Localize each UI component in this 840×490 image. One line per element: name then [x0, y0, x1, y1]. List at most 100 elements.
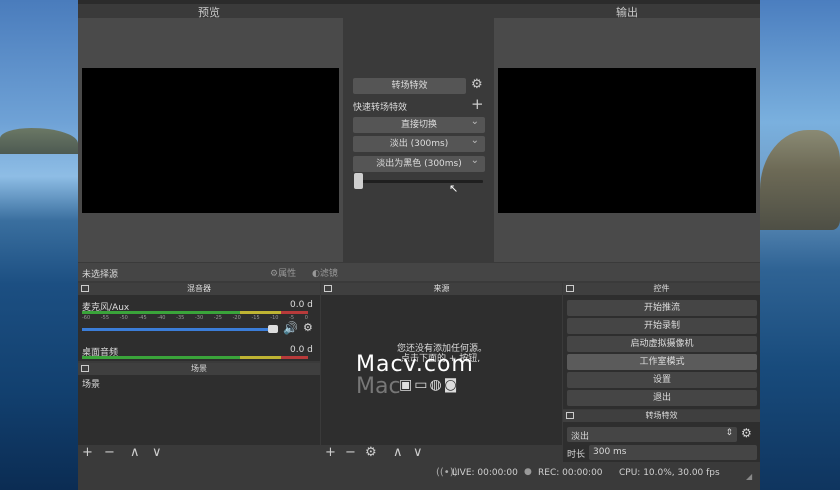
tick: -30 [194, 315, 204, 321]
transition-item-fade-black[interactable]: 淡出为黑色 (300ms) [353, 153, 485, 172]
cursor-icon: ↖ [449, 182, 459, 195]
speaker-icon[interactable]: 🔊 [283, 321, 298, 335]
output-pane[interactable]: 输出 [494, 6, 760, 262]
tick: -10 [270, 315, 279, 321]
undock-icon[interactable] [566, 285, 574, 292]
properties-label: 属性 [278, 269, 297, 279]
rec-indicator-icon: ● [524, 467, 532, 477]
filters-button[interactable]: ◐滤镜 [312, 266, 338, 279]
mixer-title: 混音器 [78, 283, 320, 295]
tick: -45 [138, 315, 147, 321]
gear-icon[interactable]: ⚙ [741, 426, 752, 440]
sources-title: 来源 [321, 283, 562, 295]
gear-icon[interactable]: ⚙ [471, 77, 483, 92]
tick: -20 [232, 315, 241, 321]
tick: -40 [157, 315, 166, 321]
no-source-label: 未选择源 [82, 270, 119, 280]
up-icon[interactable]: ∧ [393, 446, 403, 460]
mixer-channel-level: 0.0 d [290, 300, 313, 310]
controls-title: 控件 [563, 283, 760, 295]
down-icon[interactable]: ∨ [152, 446, 162, 460]
output-screen[interactable] [498, 68, 756, 213]
audio-meter [82, 356, 308, 359]
tick: -35 [176, 315, 185, 321]
start-streaming-button[interactable]: 开始推流 [567, 300, 757, 316]
virtual-camera-button[interactable]: 启动虚拟摄像机 [567, 336, 757, 352]
preview-screen[interactable] [82, 68, 339, 213]
mixer-channel-level: 0.0 d [290, 345, 313, 355]
scenes-toolbar: + − ∧ ∨ [78, 445, 320, 461]
duration-input[interactable]: 300 ms [589, 445, 757, 460]
watermark: Macv.com [356, 352, 474, 377]
mixer-title-text: 混音器 [187, 284, 211, 293]
tick: -15 [251, 315, 260, 321]
meter-ticks: -60 -55 -50 -45 -40 -35 -30 -25 -20 -15 -10 -5 0 [82, 315, 308, 321]
transition-select[interactable]: 淡出 ⇕ [567, 427, 737, 442]
quick-transition-label: 快速转场特效 [353, 103, 408, 113]
down-icon[interactable]: ∨ [413, 446, 423, 460]
preview-label: 预览 [198, 6, 220, 19]
watermark-ghost: Mac [356, 374, 401, 399]
preview-pane[interactable]: 预览 [78, 6, 343, 262]
transition-panel: 转场特效 ⚙ 快速转场特效 + 直接切换 淡出 (300ms) 淡出为黑色 (3… [343, 18, 494, 262]
display-icon: ▭ [414, 377, 430, 393]
up-icon[interactable]: ∧ [130, 446, 140, 460]
desktop-right [760, 0, 840, 490]
tbar-handle[interactable] [354, 173, 363, 189]
updown-icon: ⇕ [725, 428, 733, 438]
properties-button[interactable]: ⚙属性 [270, 266, 296, 279]
desktop-left [0, 0, 78, 490]
exit-button[interactable]: 退出 [567, 390, 757, 406]
settings-button[interactable]: 设置 [567, 372, 757, 388]
sources-title-text: 来源 [433, 284, 450, 293]
filter-icon: ◐ [312, 269, 320, 279]
status-bar: ((•)) LIVE: 00:00:00 ● REC: 00:00:00 CPU… [78, 462, 760, 490]
volume-handle[interactable] [268, 325, 278, 333]
undock-icon[interactable] [566, 412, 574, 419]
source-toolbar: 未选择源 ⚙属性 ◐滤镜 [78, 263, 760, 281]
camera-icon: ◙ [443, 377, 460, 393]
controls-title-text: 控件 [653, 284, 670, 293]
scenes-title-text: 场景 [191, 364, 207, 373]
controls-dock: 控件 开始推流 开始录制 启动虚拟摄像机 工作室模式 设置 退出 [563, 283, 760, 409]
output-label: 输出 [616, 6, 638, 19]
audio-meter [82, 311, 308, 314]
volume-slider[interactable] [82, 328, 278, 331]
undock-icon[interactable] [81, 365, 89, 372]
transitions-dock: 转场特效 淡出 ⇕ ⚙ 时长 300 ms [563, 410, 760, 462]
scene-item[interactable]: 场景 [82, 377, 318, 390]
title-bar [78, 0, 760, 4]
cpu-status: CPU: 10.0%, 30.00 fps [619, 468, 720, 478]
transitions-dock-title: 转场特效 [563, 410, 760, 422]
tick: -50 [119, 315, 128, 321]
scenes-dock: 场景 场景 [78, 363, 320, 445]
tick: -60 [82, 315, 91, 321]
resize-grip-icon[interactable]: ◢ [746, 472, 752, 481]
transition-item-fade[interactable]: 淡出 (300ms) [353, 133, 485, 152]
scenes-title: 场景 [78, 363, 320, 375]
undock-icon[interactable] [324, 285, 332, 292]
obs-window: 预览 转场特效 ⚙ 快速转场特效 + 直接切换 淡出 (300ms) 淡出为黑色… [78, 0, 760, 490]
mixer-dock: 混音器 麦克风/Aux 0.0 d -60 -55 -50 -45 -40 -35 -30-… [78, 283, 320, 361]
tbar-track[interactable] [355, 180, 483, 183]
minus-icon[interactable]: − [345, 446, 356, 460]
transition-button[interactable]: 转场特效 [353, 78, 466, 94]
transition-select-value: 淡出 [571, 432, 590, 442]
plus-icon[interactable]: + [471, 95, 484, 113]
plus-icon[interactable]: + [82, 446, 93, 460]
sources-toolbar: + − ⚙ ∧ ∨ [321, 445, 562, 461]
minus-icon[interactable]: − [104, 446, 115, 460]
gear-icon[interactable]: ⚙ [365, 446, 377, 460]
studio-mode-button[interactable]: 工作室模式 [567, 354, 757, 370]
duration-label: 时长 [567, 450, 586, 460]
transition-item-cut[interactable]: 直接切换 [353, 114, 485, 133]
tick: -25 [213, 315, 222, 321]
start-recording-button[interactable]: 开始录制 [567, 318, 757, 334]
mixer-gear-icon[interactable]: ⚙ [303, 321, 313, 334]
duration-value: 300 ms [593, 447, 627, 457]
undock-icon[interactable] [81, 285, 89, 292]
source-type-icons: ▣▭◍◙ [399, 377, 459, 393]
plus-icon[interactable]: + [325, 446, 336, 460]
live-status: LIVE: 00:00:00 [452, 468, 518, 478]
gear-icon: ⚙ [270, 269, 279, 279]
